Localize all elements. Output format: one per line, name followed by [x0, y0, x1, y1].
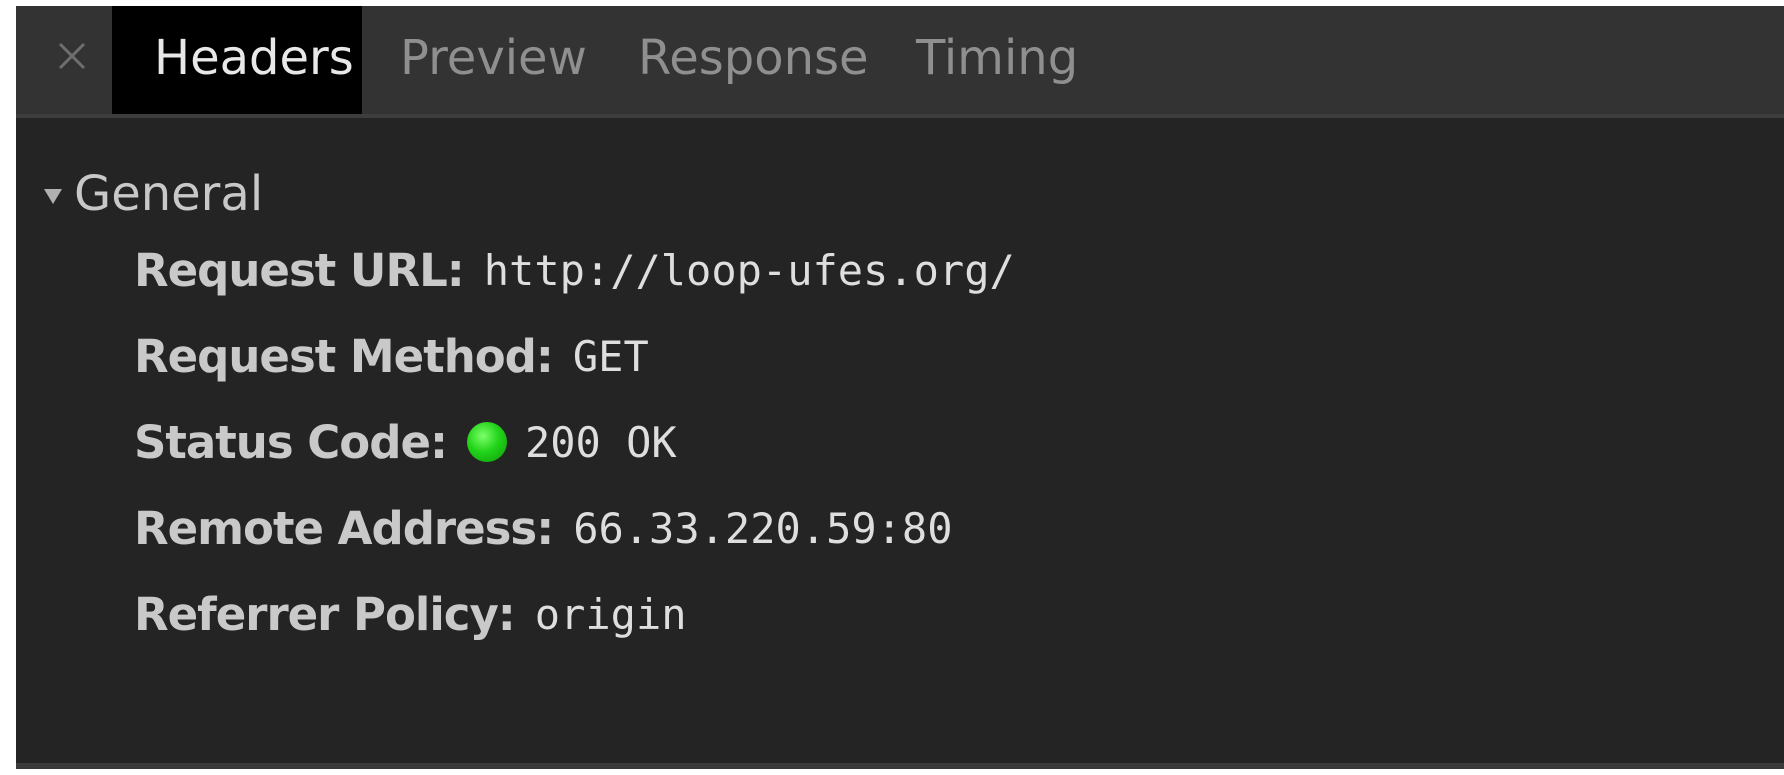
triangle-down-icon [44, 188, 62, 204]
general-section-title: General [74, 166, 264, 222]
header-label: Referrer Policy: [134, 587, 516, 641]
header-value: GET [572, 331, 649, 381]
general-section-toggle[interactable]: General [44, 164, 263, 224]
header-value: origin [534, 589, 687, 639]
header-value: 66.33.220.59:80 [573, 503, 953, 553]
tab-headers[interactable]: Headers [112, 6, 362, 114]
tab-timing[interactable]: Timing [916, 6, 1078, 114]
header-row-remote-address: Remote Address: 66.33.220.59:80 [134, 498, 953, 558]
header-label: Request Method: [134, 329, 554, 383]
tab-bar: Headers Preview Response Timing [16, 6, 1784, 118]
tab-response[interactable]: Response [638, 6, 869, 114]
tab-preview[interactable]: Preview [400, 6, 587, 114]
headers-content: General Request URL: http://loop-ufes.or… [16, 118, 1784, 763]
header-label: Request URL: [134, 243, 465, 297]
green-dot-icon [466, 422, 507, 462]
header-value: 200 OK [524, 417, 677, 467]
header-label: Status Code: [134, 415, 448, 469]
header-label: Remote Address: [134, 501, 554, 555]
header-row-request-method: Request Method: GET [134, 326, 649, 386]
devtools-window: Headers Preview Response Timing General … [0, 0, 1784, 775]
header-value: http://loop-ufes.org/ [483, 245, 1015, 295]
network-details-panel: Headers Preview Response Timing General … [16, 6, 1784, 769]
header-row-status-code: Status Code: 200 OK [134, 412, 677, 472]
header-row-referrer-policy: Referrer Policy: origin [134, 584, 687, 644]
close-icon[interactable] [52, 36, 92, 76]
header-row-request-url: Request URL: http://loop-ufes.org/ [134, 240, 1015, 300]
